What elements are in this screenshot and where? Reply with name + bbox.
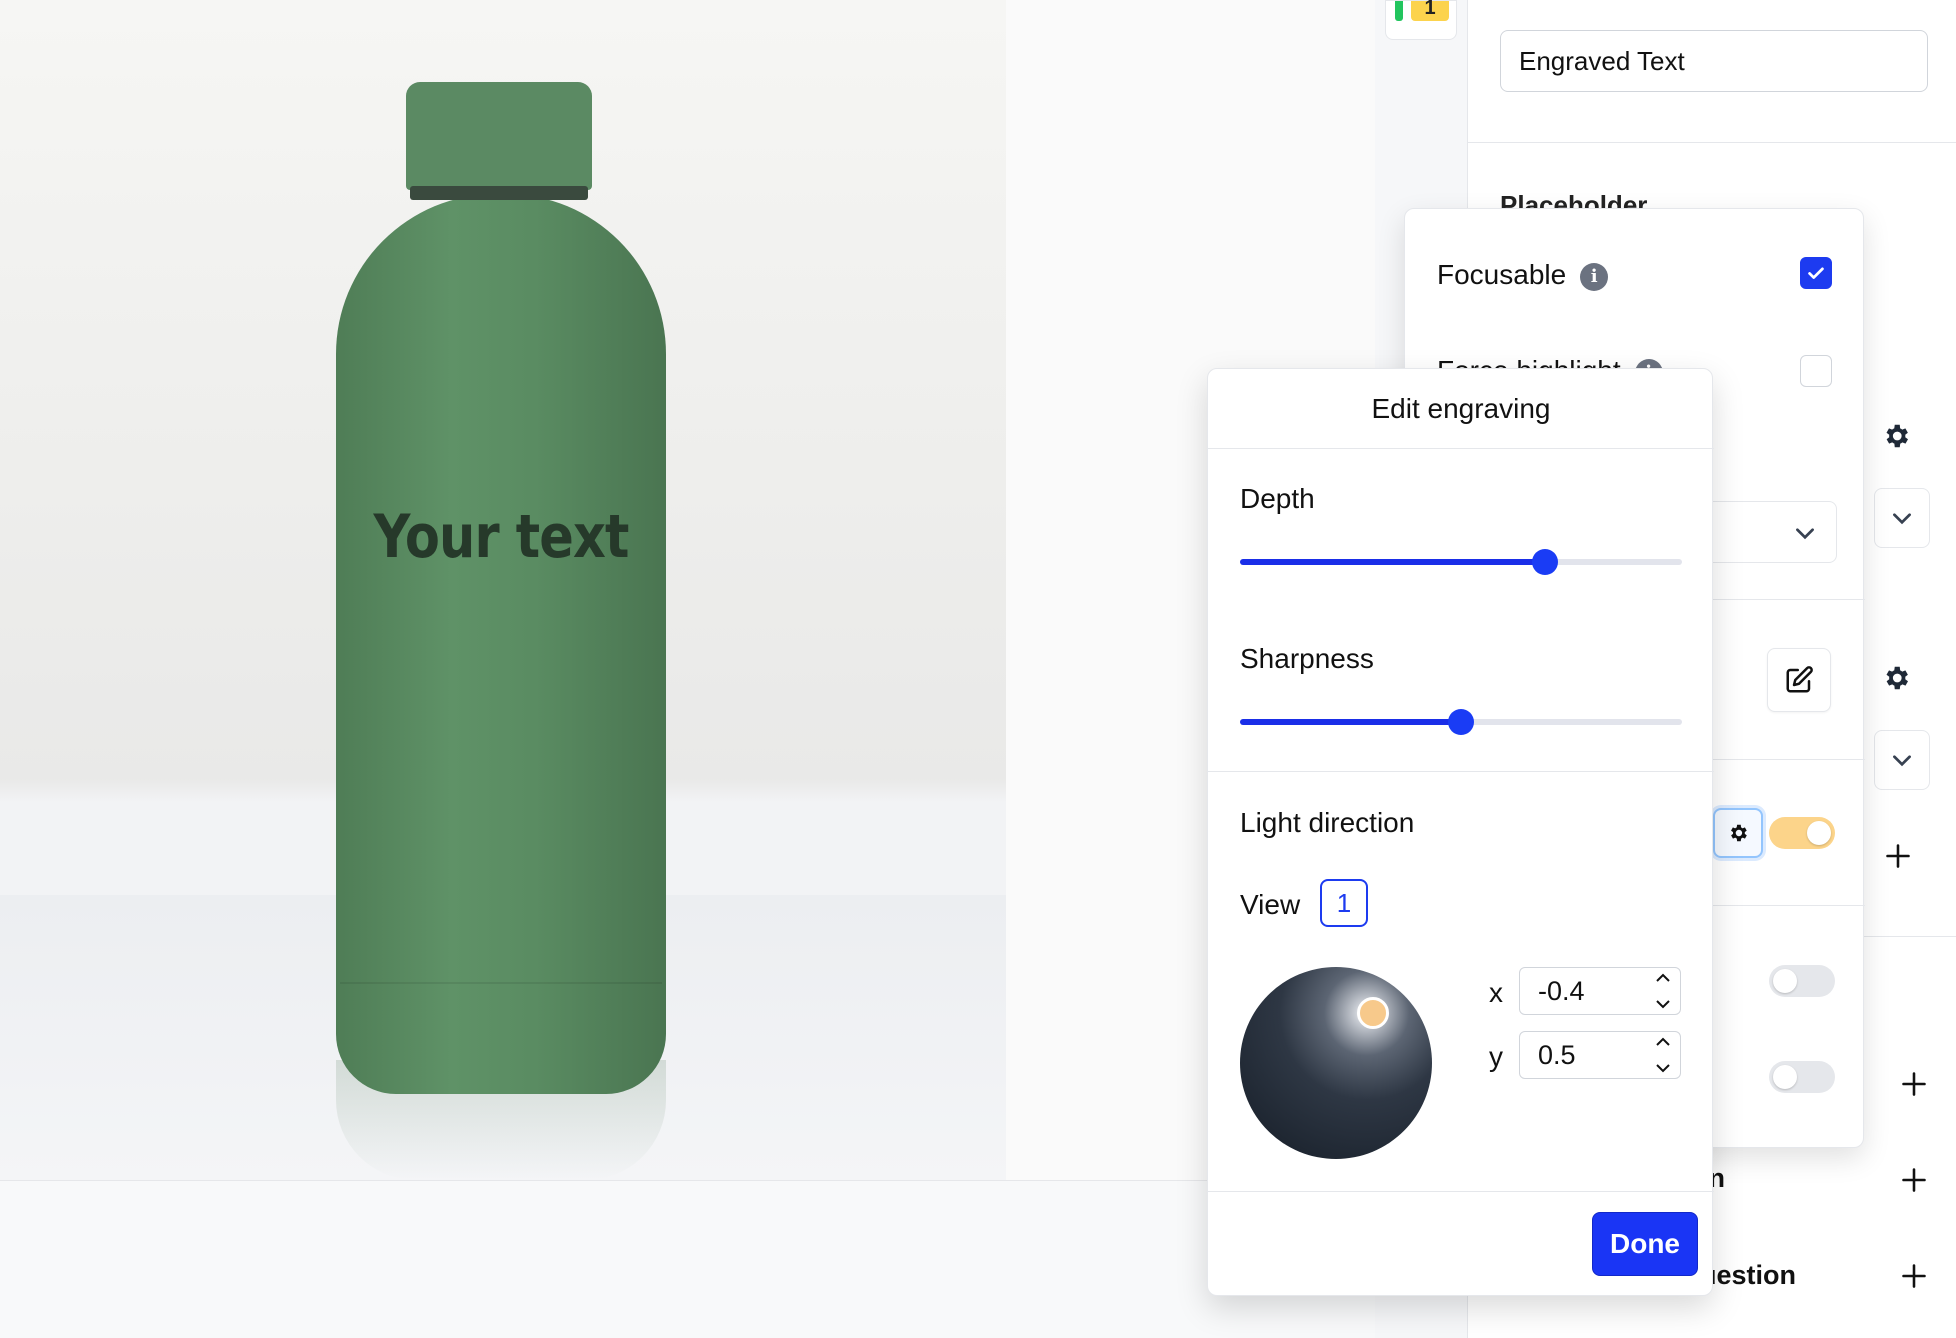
info-icon[interactable]: i <box>1580 262 1609 291</box>
force-highlight-checkbox[interactable] <box>1800 355 1832 387</box>
edit-icon[interactable] <box>1767 648 1831 712</box>
done-button[interactable]: Done <box>1592 1212 1698 1276</box>
gear-icon[interactable] <box>1876 416 1916 456</box>
chevron-down-icon[interactable] <box>1874 730 1930 790</box>
x-value: -0.4 <box>1538 976 1585 1006</box>
chevron-down-icon <box>1656 1064 1670 1073</box>
step-indicator[interactable]: 1 <box>1385 0 1457 40</box>
sidebar-divider <box>1860 936 1956 937</box>
step-status-bar <box>1395 1 1403 21</box>
focusable-checkbox[interactable] <box>1800 257 1832 289</box>
field-name-input[interactable]: Engraved Text <box>1500 30 1928 92</box>
engraving-toggle[interactable] <box>1769 817 1835 849</box>
chevron-down-icon[interactable] <box>1874 488 1930 548</box>
plus-icon[interactable] <box>1878 836 1918 876</box>
view-label: View <box>1240 889 1301 920</box>
product-canvas[interactable]: Your text <box>0 0 1006 1180</box>
plus-icon[interactable] <box>1894 1064 1934 1104</box>
x-label: x <box>1489 977 1503 1008</box>
engraving-preview-text[interactable]: Your text <box>361 502 642 572</box>
depth-label: Depth <box>1240 483 1315 514</box>
edit-engraving-popover: Edit engraving Depth Sharpness Light dir… <box>1207 368 1714 1296</box>
focusable-label: Focusable <box>1437 259 1567 290</box>
option-toggle[interactable] <box>1769 1061 1835 1093</box>
popover-divider <box>1208 771 1714 772</box>
chevron-down-icon <box>1796 528 1814 540</box>
x-input[interactable]: -0.4 <box>1519 967 1681 1015</box>
popover-divider <box>1208 1191 1714 1192</box>
bottle-image: Your text <box>336 82 666 1094</box>
sharpness-label: Sharpness <box>1240 643 1374 674</box>
slider-thumb[interactable] <box>1448 709 1474 735</box>
slider-fill <box>1240 559 1545 565</box>
bottle-cap <box>406 82 592 190</box>
gear-icon[interactable] <box>1876 658 1916 698</box>
plus-icon[interactable] <box>1894 1160 1934 1200</box>
slider-fill <box>1240 719 1461 725</box>
checkmark-icon <box>1808 267 1824 279</box>
chevron-down-icon <box>1656 1000 1670 1009</box>
light-position-handle[interactable] <box>1357 997 1389 1029</box>
sidebar-divider <box>1468 142 1956 143</box>
sidebar-section-label: uestion <box>1700 1260 1797 1290</box>
chevron-up-icon <box>1656 1037 1670 1046</box>
bottle-base-line <box>340 982 662 984</box>
engraving-settings-gear-icon[interactable] <box>1713 808 1763 858</box>
step-number: 1 <box>1411 0 1449 21</box>
popover-title: Edit engraving <box>1208 369 1714 449</box>
y-input[interactable]: 0.5 <box>1519 1031 1681 1079</box>
bottle-ring <box>410 186 588 200</box>
slider-thumb[interactable] <box>1531 549 1558 575</box>
y-value: 0.5 <box>1538 1040 1576 1070</box>
x-spinner[interactable] <box>1654 972 1672 1010</box>
light-direction-label: Light direction <box>1240 807 1415 838</box>
chevron-up-icon <box>1656 973 1670 982</box>
view-selector[interactable]: 1 <box>1320 879 1368 927</box>
focusable-row: Focusable i <box>1437 259 1609 291</box>
plus-icon[interactable] <box>1894 1256 1934 1296</box>
bottle-body <box>336 194 666 1094</box>
y-label: y <box>1489 1041 1503 1072</box>
depth-slider[interactable] <box>1240 547 1682 577</box>
light-direction-sphere[interactable] <box>1240 967 1432 1159</box>
y-spinner[interactable] <box>1654 1036 1672 1074</box>
option-toggle[interactable] <box>1769 965 1835 997</box>
sharpness-slider[interactable] <box>1240 707 1682 737</box>
